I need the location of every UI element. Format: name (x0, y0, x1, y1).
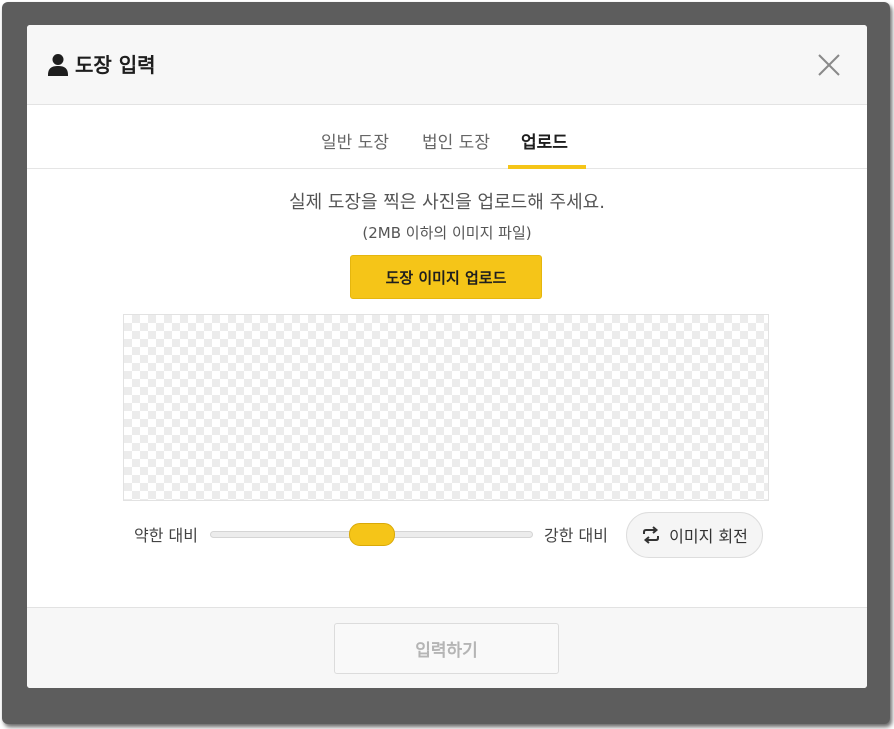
rotate-image-button[interactable]: 이미지 회전 (626, 512, 763, 558)
user-icon (48, 54, 68, 76)
upload-stamp-image-button[interactable]: 도장 이미지 업로드 (350, 255, 542, 299)
stamp-preview-area (123, 314, 769, 501)
stamp-type-tabs: 일반 도장 법인 도장 업로드 (27, 105, 867, 169)
low-contrast-label: 약한 대비 (134, 526, 198, 545)
rotate-icon (643, 526, 660, 544)
rotate-image-label: 이미지 회전 (669, 527, 748, 546)
active-tab-indicator (508, 165, 586, 169)
submit-button[interactable]: 입력하기 (334, 623, 559, 674)
close-icon (818, 54, 840, 76)
tab-general-stamp[interactable]: 일반 도장 (321, 131, 389, 155)
tab-corporate-stamp[interactable]: 법인 도장 (422, 131, 490, 155)
stamp-input-dialog: 도장 입력 일반 도장 법인 도장 업로드 실제 도장을 찍은 사진을 업로드해… (27, 25, 867, 688)
dialog-footer: 입력하기 (27, 607, 867, 688)
high-contrast-label: 강한 대비 (544, 526, 608, 545)
close-button[interactable] (813, 49, 845, 81)
contrast-slider-thumb[interactable] (349, 523, 395, 546)
dialog-title: 도장 입력 (75, 53, 156, 77)
upload-instruction: 실제 도장을 찍은 사진을 업로드해 주세요. (289, 192, 605, 213)
tab-upload[interactable]: 업로드 (521, 131, 568, 155)
file-size-hint: (2MB 이하의 이미지 파일) (362, 224, 532, 242)
dialog-header: 도장 입력 (27, 25, 867, 105)
